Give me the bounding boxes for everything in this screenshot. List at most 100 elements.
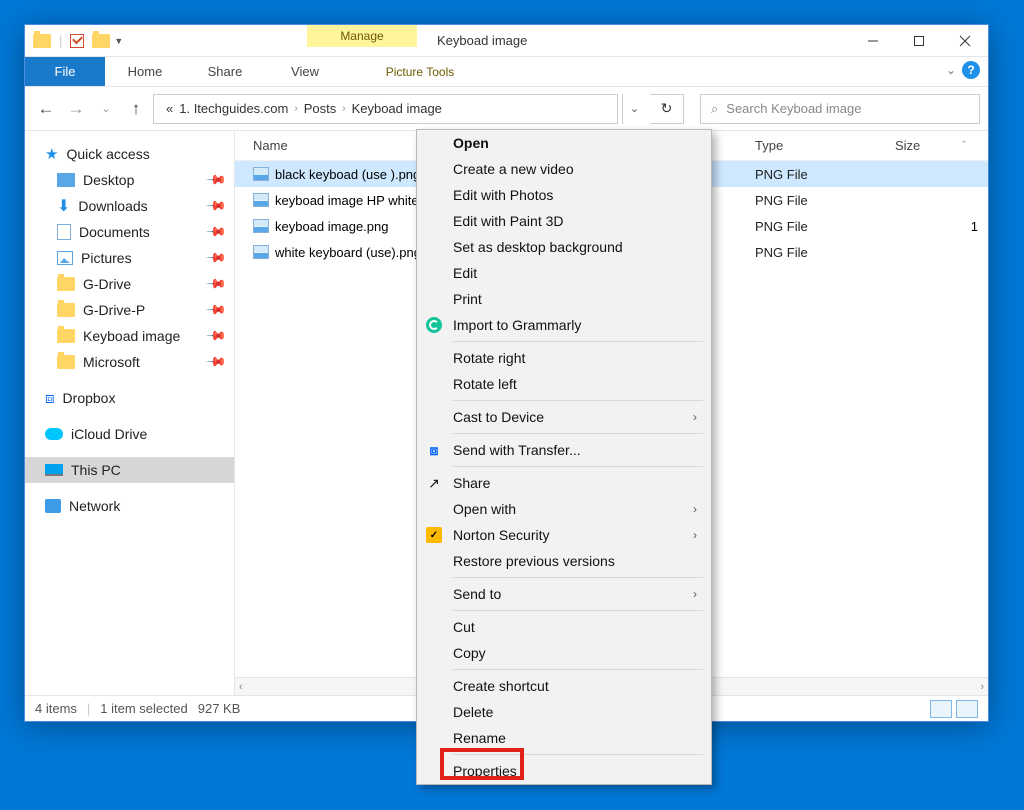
ctx-edit-paint3d[interactable]: Edit with Paint 3D [417,208,711,234]
sidebar-item-label: Desktop [83,172,134,188]
new-folder-qat-icon[interactable] [92,34,110,48]
chevron-right-icon[interactable]: › [342,103,345,114]
network-icon [45,499,61,513]
document-icon [57,224,71,240]
search-input[interactable]: ⌕ Search Keyboad image [700,94,980,124]
ctx-create-shortcut[interactable]: Create shortcut [417,673,711,699]
sidebar-item-desktop[interactable]: Desktop 📌 [25,167,234,193]
ctx-send-to[interactable]: Send to› [417,581,711,607]
sidebar-item-network[interactable]: Network [25,493,234,519]
ctx-print[interactable]: Print [417,286,711,312]
pc-icon [45,464,63,476]
pin-icon: 📌 [205,195,228,218]
sidebar-item-pictures[interactable]: Pictures 📌 [25,245,234,271]
chevron-right-icon[interactable]: › [294,103,297,114]
maximize-button[interactable] [896,25,942,56]
minimize-button[interactable] [850,25,896,56]
pin-icon: 📌 [205,247,228,270]
ctx-rotate-right[interactable]: Rotate right [417,345,711,371]
cloud-icon [45,428,63,440]
ctx-cast[interactable]: Cast to Device› [417,404,711,430]
tab-view[interactable]: View [265,57,345,86]
sidebar-item-gdrivep[interactable]: G-Drive-P 📌 [25,297,234,323]
ctx-share[interactable]: ↗ Share [417,470,711,496]
tab-share[interactable]: Share [185,57,265,86]
norton-icon: ✓ [426,527,442,543]
view-details-button[interactable] [930,700,952,718]
share-icon: ↗ [425,474,443,492]
window-title: Keyboad image [417,25,850,56]
pin-icon: 📌 [205,221,228,244]
col-size[interactable]: Size [895,138,962,153]
image-file-icon [253,219,269,233]
annotation-highlight [440,748,524,780]
sidebar-item-label: This PC [71,462,121,478]
column-scroll-indicator[interactable]: ˆ [962,140,980,152]
breadcrumb-seg[interactable]: 1. Itechguides.com [179,101,288,116]
nav-forward-button[interactable]: → [63,96,89,122]
ctx-restore[interactable]: Restore previous versions [417,548,711,574]
ctx-norton[interactable]: ✓ Norton Security› [417,522,711,548]
scroll-left-icon[interactable]: ‹ [239,681,243,693]
view-large-icons-button[interactable] [956,700,978,718]
ctx-create-video[interactable]: Create a new video [417,156,711,182]
ctx-copy[interactable]: Copy [417,640,711,666]
ctx-grammarly[interactable]: Import to Grammarly [417,312,711,338]
nav-back-button[interactable]: ← [33,96,59,122]
sidebar-item-documents[interactable]: Documents 📌 [25,219,234,245]
pin-icon: 📌 [205,273,228,296]
ribbon-collapse-icon[interactable]: ⌄ [946,63,956,77]
address-bar[interactable]: « 1. Itechguides.com › Posts › Keyboad i… [153,94,618,124]
sidebar-item-label: Pictures [81,250,132,266]
address-history-dropdown[interactable]: ⌄ [622,94,646,124]
breadcrumb-seg[interactable]: Keyboad image [352,101,442,116]
ctx-open[interactable]: Open [417,130,711,156]
picture-icon [57,251,73,265]
ctx-set-background[interactable]: Set as desktop background [417,234,711,260]
folder-icon [57,303,75,317]
sidebar-item-microsoft[interactable]: Microsoft 📌 [25,349,234,375]
ctx-edit[interactable]: Edit [417,260,711,286]
sidebar-item-label: iCloud Drive [71,426,147,442]
ctx-cut[interactable]: Cut [417,614,711,640]
refresh-button[interactable]: ↻ [650,94,684,124]
chevron-right-icon: › [693,587,697,601]
status-item-count: 4 items [35,701,77,716]
sidebar-item-keyboad[interactable]: Keyboad image 📌 [25,323,234,349]
file-type: PNG File [755,219,895,234]
file-type: PNG File [755,167,895,182]
tab-home[interactable]: Home [105,57,185,86]
pin-icon: 📌 [205,325,228,348]
qat-dropdown-icon[interactable]: ▼ [114,36,123,46]
sidebar-item-gdrive[interactable]: G-Drive 📌 [25,271,234,297]
star-icon: ★ [45,145,58,163]
sidebar-item-dropbox[interactable]: ⧈ Dropbox [25,385,234,411]
col-type[interactable]: Type [755,138,895,153]
properties-qat-icon[interactable] [70,34,84,48]
contextual-tab-group: Manage [307,25,417,56]
folder-icon [57,329,75,343]
ctx-open-with[interactable]: Open with› [417,496,711,522]
navigation-bar: ← → ⌄ ↑ « 1. Itechguides.com › Posts › K… [25,87,988,131]
sidebar-item-icloud[interactable]: iCloud Drive [25,421,234,447]
close-button[interactable] [942,25,988,56]
help-icon[interactable]: ? [962,61,980,79]
ctx-rotate-left[interactable]: Rotate left [417,371,711,397]
sidebar-item-quick-access[interactable]: ★ Quick access [25,141,234,167]
tab-file[interactable]: File [25,57,105,86]
tab-picture-tools[interactable]: Picture Tools [365,57,475,86]
breadcrumb-seg[interactable]: Posts [304,101,337,116]
sidebar-item-downloads[interactable]: ⬇ Downloads 📌 [25,193,234,219]
file-type: PNG File [755,193,895,208]
ctx-edit-photos[interactable]: Edit with Photos [417,182,711,208]
file-size: 1 [895,219,978,234]
ctx-send-transfer[interactable]: ⧈ Send with Transfer... [417,437,711,463]
ctx-delete[interactable]: Delete [417,699,711,725]
sidebar-item-label: Keyboad image [83,328,180,344]
scroll-right-icon[interactable]: › [980,681,984,693]
nav-up-button[interactable]: ↑ [123,96,149,122]
sidebar-item-thispc[interactable]: This PC [25,457,234,483]
sidebar-item-label: Documents [79,224,150,240]
grammarly-icon [426,317,442,333]
nav-history-dropdown[interactable]: ⌄ [93,96,119,122]
